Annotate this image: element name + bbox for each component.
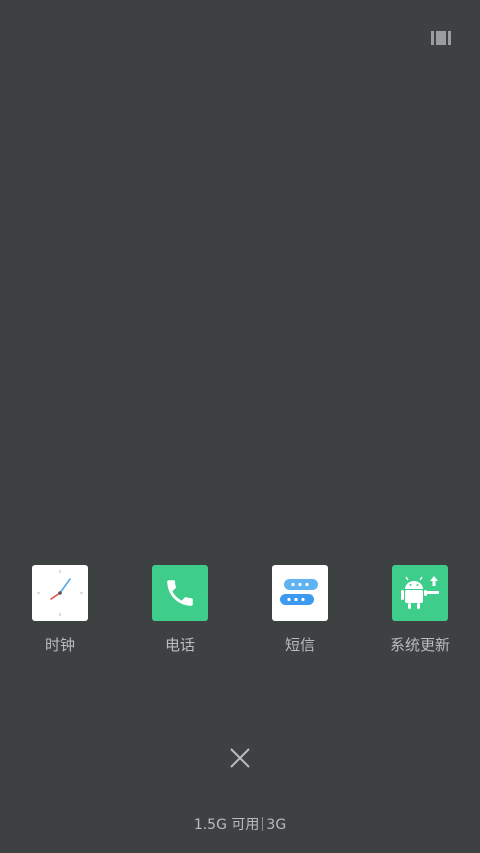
recent-apps-screen: 时钟 电话 短信 系统更新 1.5G 可用 3G — [0, 0, 480, 853]
recent-app-phone[interactable]: 电话 — [130, 565, 230, 654]
memory-total: 3G — [266, 817, 287, 833]
android-update-icon — [392, 565, 448, 621]
layout-toggle-icon — [431, 31, 451, 45]
memory-status: 1.5G 可用 3G — [0, 816, 480, 834]
recent-app-system-update[interactable]: 系统更新 — [370, 565, 470, 654]
recent-app-label: 系统更新 — [389, 636, 450, 654]
clock-icon — [32, 565, 88, 621]
recent-app-messages[interactable]: 短信 — [250, 565, 350, 654]
memory-divider — [262, 817, 264, 831]
memory-free: 1.5G 可用 — [193, 817, 260, 833]
recent-app-label: 短信 — [284, 636, 315, 654]
message-icon — [272, 565, 328, 621]
recent-app-label: 电话 — [164, 636, 195, 654]
recent-app-clock[interactable]: 时钟 — [10, 565, 110, 654]
recent-app-label: 时钟 — [44, 636, 75, 654]
phone-icon — [152, 565, 208, 621]
clear-all-button[interactable] — [226, 744, 254, 772]
close-icon — [230, 748, 250, 768]
layout-toggle-button[interactable] — [430, 29, 452, 47]
recent-apps-row: 时钟 电话 短信 系统更新 — [0, 565, 480, 665]
